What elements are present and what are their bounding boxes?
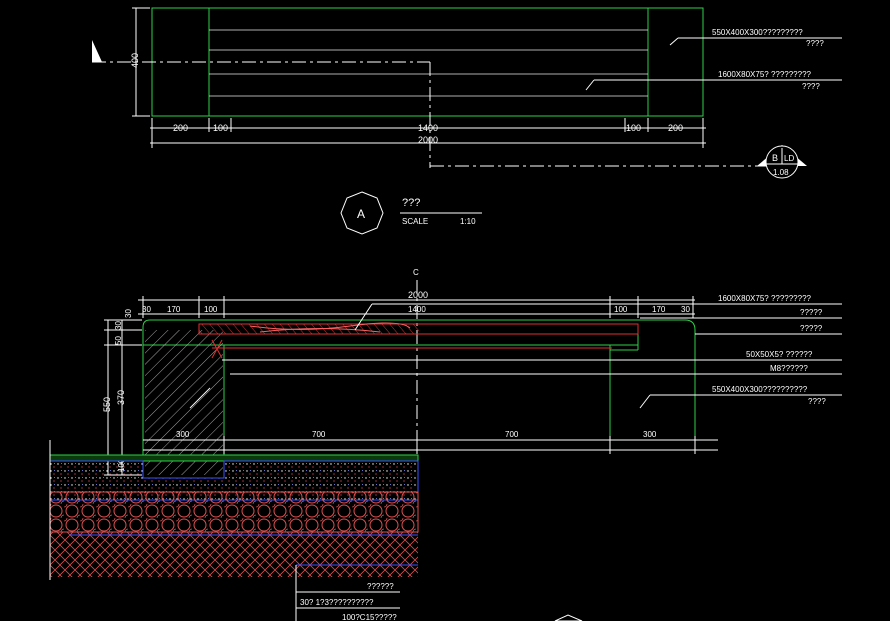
plan-callout-1b: ???? (806, 39, 824, 48)
section-dim-4: 1400 (408, 305, 426, 314)
section-callout-7: ???? (808, 397, 826, 406)
section-callout-5: M8?????? (770, 364, 808, 373)
plan-view: 400 200 100 1400 100 200 2000 550X400X30… (92, 7, 842, 179)
plan-dim-2: 100 (213, 123, 228, 133)
section-dim-5: 100 (614, 305, 628, 314)
section-dim-7: 30 (681, 305, 690, 314)
section-callout-6: 550X400X300?????????? (712, 385, 808, 394)
plan-height-dim: 400 (130, 53, 140, 68)
section-callout-2: ????? (800, 308, 823, 317)
section-note-2: 30? 1?3?????????? (300, 598, 374, 607)
section-callout-1: 1600X80X75? ????????? (718, 294, 812, 303)
section-marker-ref: LD (784, 154, 794, 163)
section-note-3: 100?C15????? (342, 613, 397, 621)
centerline-symbol: C (413, 268, 419, 277)
plan-dim-1: 200 (173, 123, 188, 133)
cad-drawing: 400 200 100 1400 100 200 2000 550X400X30… (49, 7, 842, 621)
section-dim-3: 100 (204, 305, 218, 314)
section-vdim-1: 30 (124, 309, 133, 318)
section-bdim-3: 700 (505, 430, 519, 439)
section-callout-4: 50X50X5? ?????? (746, 350, 813, 359)
section-vdim-5: 370 (116, 390, 126, 405)
concrete-pier (145, 330, 223, 475)
section-note-1: ?????? (367, 582, 394, 591)
soil-layer (50, 532, 418, 577)
title-name: ??? (402, 197, 420, 209)
section-dim-total: 2000 (408, 290, 428, 300)
section-view: C 2000 30 170 100 1400 100 170 30 30 50 … (49, 268, 842, 621)
section-vdim-4: 550 (102, 397, 112, 412)
title-letter: A (357, 207, 365, 221)
stone-layer (49, 491, 419, 533)
section-vdim-2: 50 (114, 336, 123, 345)
section-dim-2: 170 (167, 305, 181, 314)
section-bdim-2: 700 (312, 430, 326, 439)
section-bdim-4: 300 (643, 430, 657, 439)
section-marker-sheet: 1.08 (773, 168, 789, 177)
plan-callout-2b: ???? (802, 82, 820, 91)
section-marker-b: B LD 1.08 (757, 145, 807, 179)
section-bdim-1: 300 (176, 430, 190, 439)
section-arrow-icon (92, 40, 102, 62)
plan-dim-3: 1400 (418, 123, 438, 133)
plan-callout-2: 1600X80X75? ????????? (718, 70, 812, 79)
title-scale-label: SCALE (402, 217, 428, 226)
section-marker-letter: B (772, 153, 778, 163)
plan-dim-total: 2000 (418, 135, 438, 145)
bench-outline (142, 319, 696, 455)
title-scale-value: 1:10 (460, 217, 476, 226)
plan-dim-4: 100 (626, 123, 641, 133)
title-block: A ??? SCALE 1:10 (340, 191, 482, 235)
plan-dim-5: 200 (668, 123, 683, 133)
section-dim-6: 170 (652, 305, 666, 314)
plan-callout-1: 550X400X300????????? (712, 28, 803, 37)
section-vdim-3: 30 (114, 321, 123, 330)
section-callout-3: ????? (800, 324, 823, 333)
